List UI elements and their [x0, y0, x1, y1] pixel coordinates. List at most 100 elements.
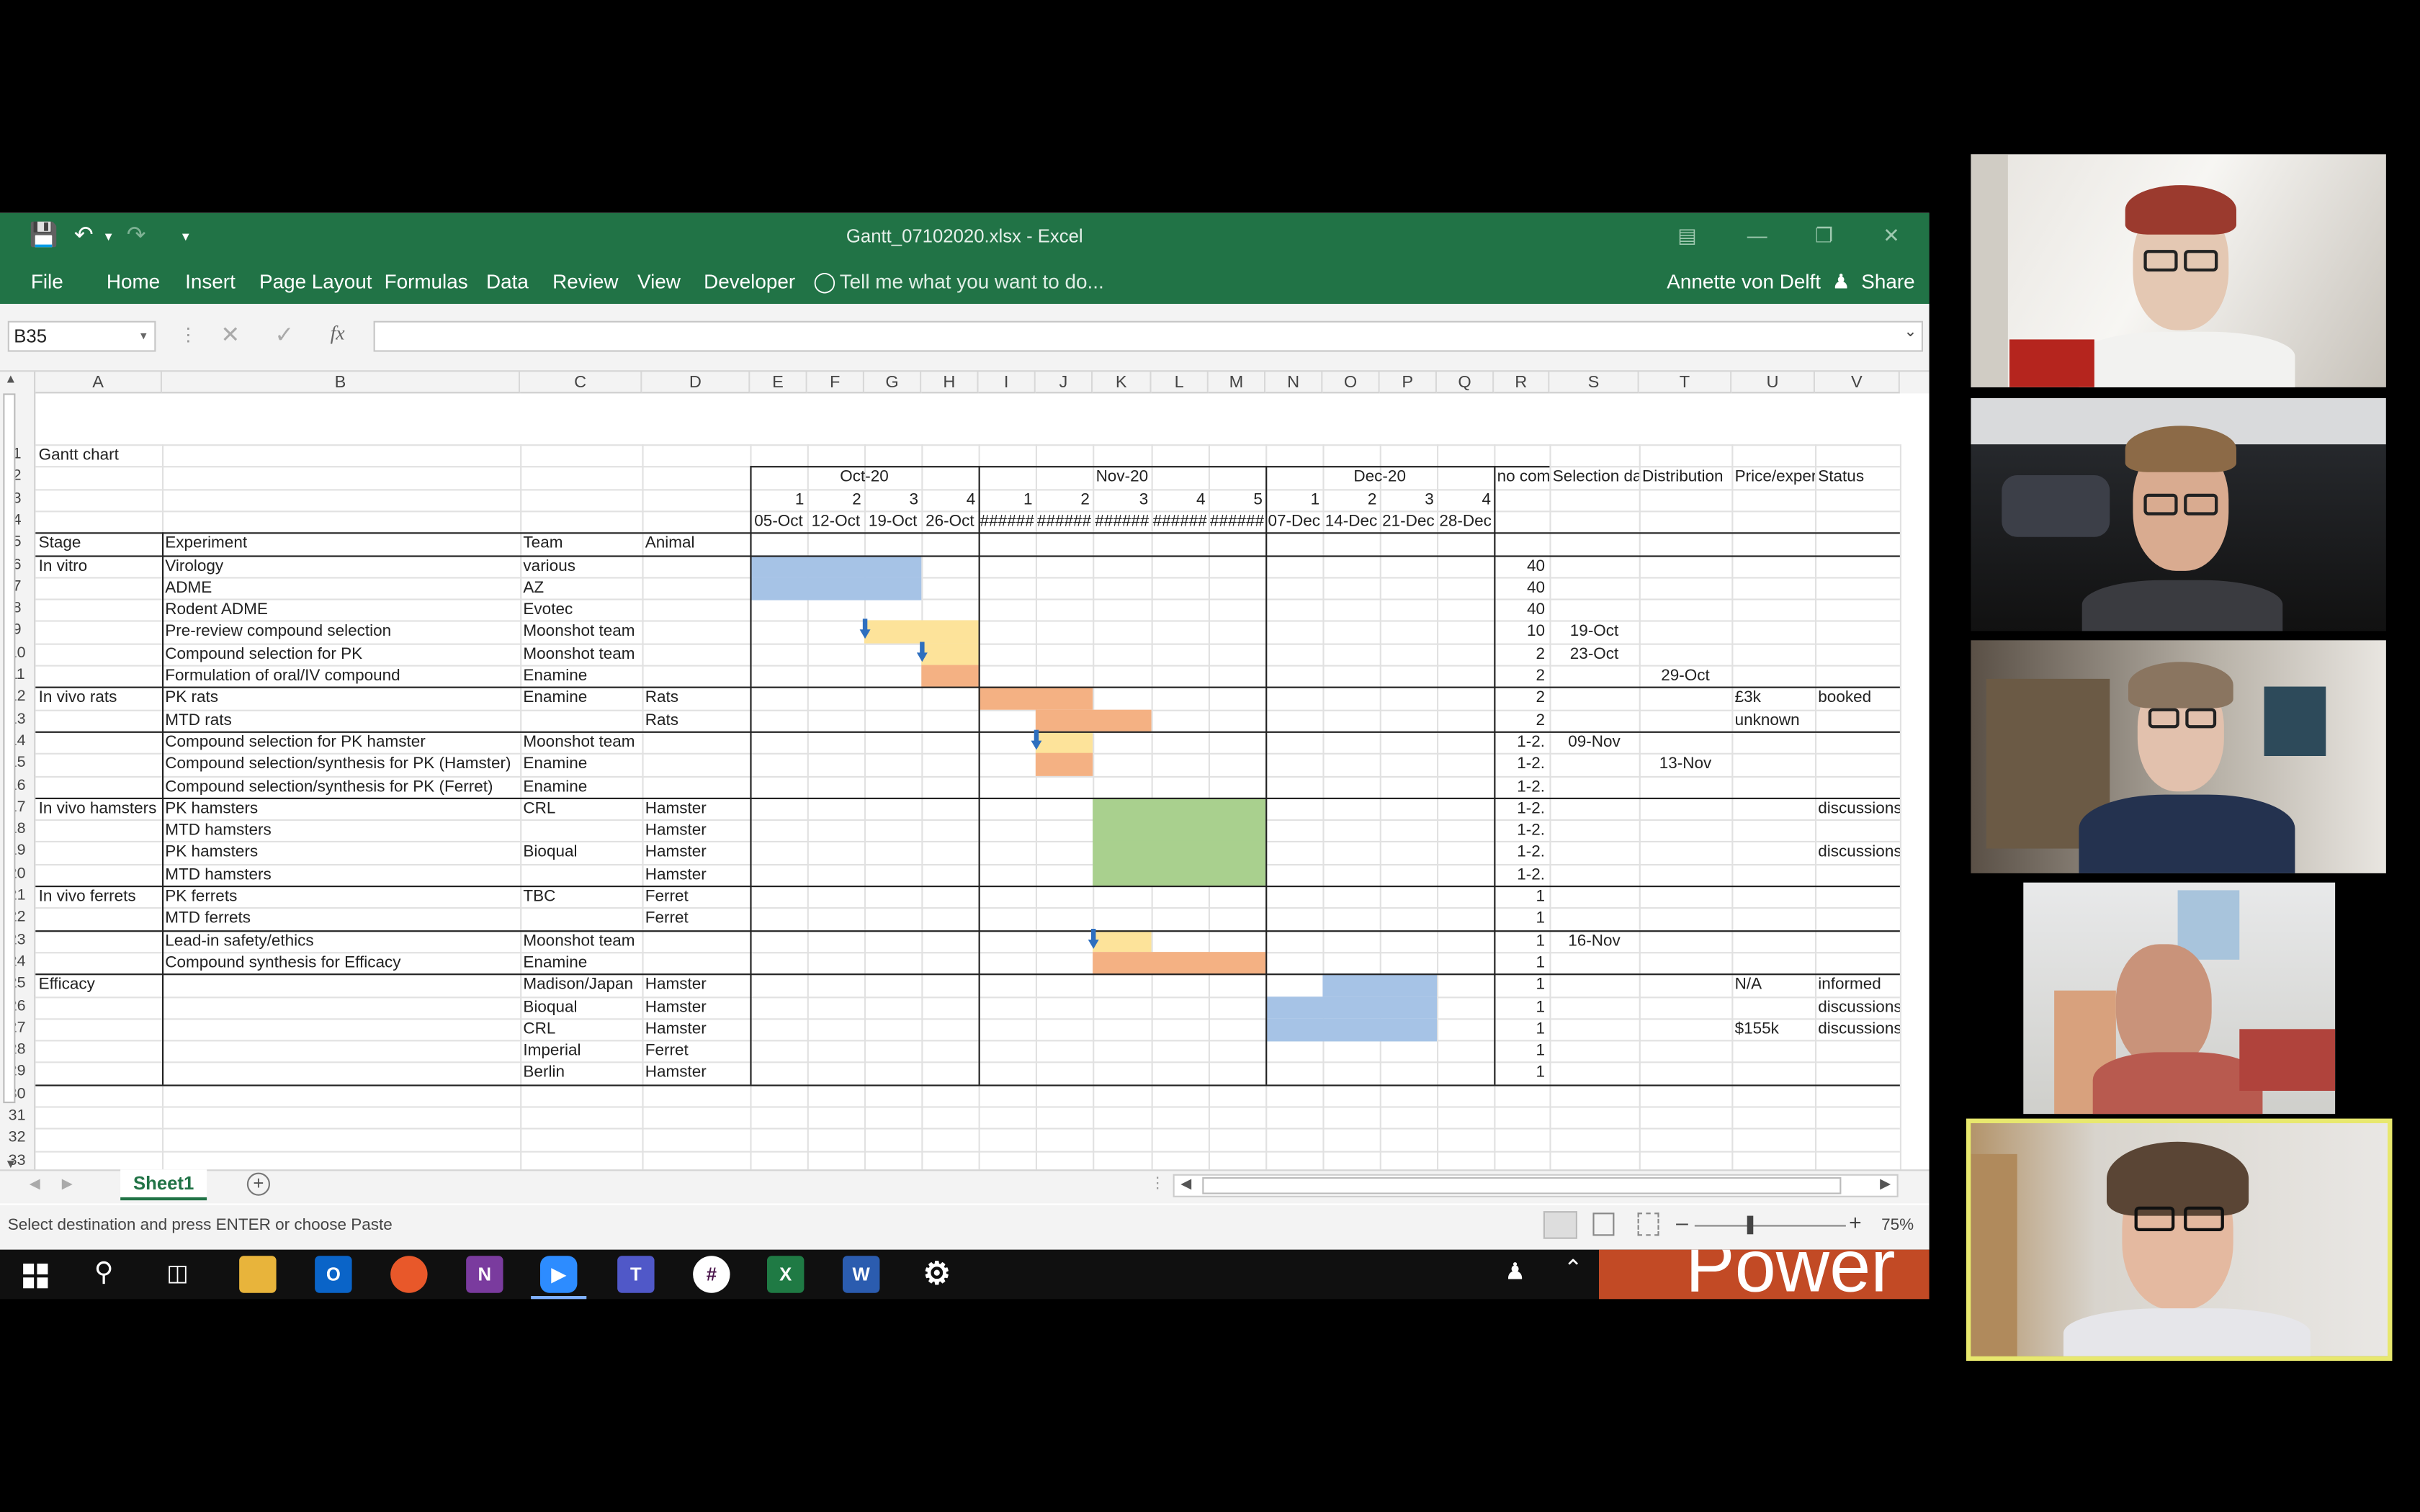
cell-j3[interactable]: 2 [1036, 490, 1093, 510]
cell-v2[interactable]: Status [1815, 468, 1900, 488]
cell-a5[interactable]: Stage [35, 534, 162, 554]
row-header-32[interactable]: 32 [0, 1128, 35, 1151]
video-tile-3[interactable] [1971, 640, 2386, 873]
cell-r17[interactable]: 1-2. [1494, 799, 1549, 819]
column-header-r[interactable]: R [1494, 372, 1550, 394]
cell-r20[interactable]: 1-2. [1494, 865, 1549, 885]
column-header-j[interactable]: J [1035, 372, 1093, 394]
column-header-b[interactable]: B [162, 372, 521, 394]
scroll-left-icon[interactable]: ◀ [30, 1176, 40, 1193]
tab-insert[interactable]: Insert [185, 269, 236, 297]
column-header-i[interactable]: I [978, 372, 1036, 394]
cell-h4[interactable]: 26-Oct [921, 512, 978, 532]
scroll-right-arrow-icon[interactable]: ▶ [1880, 1176, 1891, 1193]
cell-s9[interactable]: 19-Oct [1549, 622, 1639, 642]
tab-file[interactable]: File [31, 269, 63, 297]
cell-d20[interactable]: Hamster [642, 865, 750, 885]
zoom-app-icon[interactable]: ▶ [540, 1256, 578, 1293]
cell-r12[interactable]: 2 [1494, 688, 1549, 708]
cell-t2[interactable]: Distribution [1639, 468, 1732, 488]
cell-c8[interactable]: Evotec [520, 600, 642, 621]
cell-d19[interactable]: Hamster [642, 843, 750, 863]
column-header-f[interactable]: F [807, 372, 864, 394]
cell-r8[interactable]: 40 [1494, 600, 1549, 621]
cell-h3[interactable]: 4 [921, 490, 978, 510]
cell-u13[interactable]: unknown [1731, 711, 1815, 731]
cell-s10[interactable]: 23-Oct [1549, 644, 1639, 665]
video-tile-2[interactable] [1971, 397, 2386, 631]
cell-r6[interactable]: 40 [1494, 557, 1549, 577]
cell-b16[interactable]: Compound selection/synthesis for PK (Fer… [162, 777, 526, 797]
cell-u2[interactable]: Price/exper [1731, 468, 1815, 488]
insert-function-icon[interactable]: fx [331, 321, 345, 346]
cell-n3[interactable]: 1 [1265, 490, 1322, 510]
cell-g3[interactable]: 3 [864, 490, 921, 510]
cell-i4[interactable]: ###### [979, 512, 1036, 532]
cell-r26[interactable]: 1 [1494, 997, 1549, 1017]
cell-b21[interactable]: PK ferrets [162, 887, 526, 907]
cell-m3[interactable]: 5 [1209, 490, 1265, 510]
cell-s2[interactable]: Selection dat [1549, 468, 1639, 488]
cell-u27[interactable]: $155k [1731, 1020, 1815, 1040]
cell-d26[interactable]: Hamster [642, 997, 750, 1017]
cell-b22[interactable]: MTD ferrets [162, 909, 526, 930]
tab-review[interactable]: Review [552, 269, 618, 297]
cell-t11[interactable]: 29-Oct [1639, 667, 1732, 687]
cell-a1[interactable]: Gantt chart [35, 446, 162, 466]
cell-r13[interactable]: 2 [1494, 711, 1549, 731]
cell-a17[interactable]: In vivo hamsters [35, 799, 162, 819]
cell-u12[interactable]: £3k [1731, 688, 1815, 708]
column-header-e[interactable]: E [750, 372, 807, 394]
tab-split-handle[interactable]: ⋮ [1150, 1176, 1165, 1193]
column-header-c[interactable]: C [520, 372, 642, 394]
cell-r2[interactable]: no com [1494, 468, 1550, 488]
cell-l3[interactable]: 4 [1152, 490, 1209, 510]
cell-a21[interactable]: In vivo ferrets [35, 887, 162, 907]
cell-o3[interactable]: 2 [1322, 490, 1379, 510]
zoom-in-icon[interactable]: + [1849, 1210, 1862, 1234]
cell-c28[interactable]: Imperial [520, 1042, 642, 1062]
cell-b7[interactable]: ADME [162, 578, 526, 598]
cell-d18[interactable]: Hamster [642, 821, 750, 841]
cell-v25[interactable]: informed [1815, 976, 1900, 996]
chevron-down-icon[interactable]: ▾ [140, 323, 147, 351]
cell-d13[interactable]: Rats [642, 711, 750, 731]
video-tile-1[interactable] [1971, 154, 2386, 387]
cell-s14[interactable]: 09-Nov [1549, 733, 1639, 753]
column-header-v[interactable]: V [1815, 372, 1900, 394]
cell-d28[interactable]: Ferret [642, 1042, 750, 1062]
excel-icon[interactable]: X [767, 1256, 805, 1293]
outlook-icon[interactable]: O [315, 1256, 352, 1293]
firefox-icon[interactable] [390, 1256, 428, 1293]
cell-r21[interactable]: 1 [1494, 887, 1549, 907]
column-header-d[interactable]: D [642, 372, 750, 394]
column-header-n[interactable]: N [1265, 372, 1323, 394]
scrollbar-thumb[interactable] [1202, 1177, 1842, 1194]
cell-d22[interactable]: Ferret [642, 909, 750, 930]
zoom-slider[interactable] [1694, 1225, 1846, 1227]
cell-e4[interactable]: 05-Oct [750, 512, 807, 532]
cell-p4[interactable]: 21-Dec [1380, 512, 1437, 532]
cell-c25[interactable]: Madison/Japan [520, 976, 642, 996]
scroll-left-arrow-icon[interactable]: ◀ [1180, 1176, 1191, 1193]
cell-s23[interactable]: 16-Nov [1549, 931, 1639, 951]
tab-data[interactable]: Data [486, 269, 529, 297]
file-explorer-icon[interactable] [239, 1256, 277, 1293]
column-header-k[interactable]: K [1093, 372, 1152, 394]
word-icon[interactable]: W [843, 1256, 880, 1293]
cell-i3[interactable]: 1 [979, 490, 1036, 510]
page-break-view-icon[interactable] [1637, 1212, 1659, 1236]
teams-icon[interactable]: T [617, 1256, 655, 1293]
cell-r10[interactable]: 2 [1494, 644, 1549, 665]
cell-c29[interactable]: Berlin [520, 1063, 642, 1084]
cell-d27[interactable]: Hamster [642, 1020, 750, 1040]
cell-r19[interactable]: 1-2. [1494, 843, 1549, 863]
cell-v17[interactable]: discussions [1815, 799, 1900, 819]
enter-icon[interactable]: ✓ [274, 321, 294, 348]
cell-c14[interactable]: Moonshot team [520, 733, 642, 753]
column-header-h[interactable]: H [921, 372, 979, 394]
cell-b8[interactable]: Rodent ADME [162, 600, 526, 621]
cell-e3[interactable]: 1 [750, 490, 807, 510]
cell-c23[interactable]: Moonshot team [520, 931, 642, 951]
cell-b24[interactable]: Compound synthesis for Efficacy [162, 953, 526, 973]
